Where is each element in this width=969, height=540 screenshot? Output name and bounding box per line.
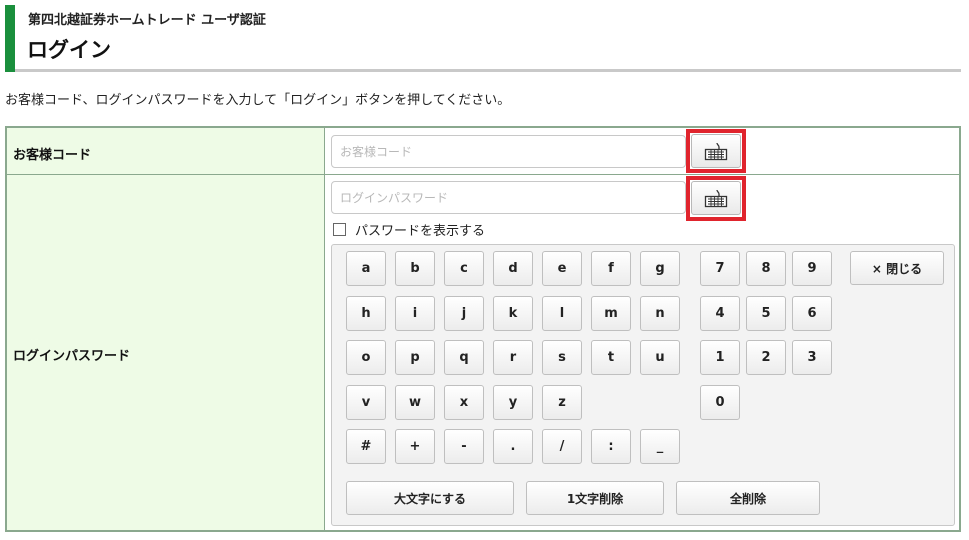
password-input[interactable]: [331, 181, 686, 214]
key-char[interactable]: o: [346, 340, 386, 375]
key-digit[interactable]: 3: [792, 340, 832, 375]
key-char[interactable]: z: [542, 384, 582, 420]
key-digit[interactable]: 2: [746, 340, 786, 375]
key-char[interactable]: .: [493, 429, 533, 464]
key-char[interactable]: :: [591, 429, 631, 464]
show-password-checkbox[interactable]: [333, 223, 346, 236]
key-char[interactable]: -: [444, 429, 484, 464]
header-accent-bar: [5, 5, 15, 72]
key-char[interactable]: j: [444, 295, 484, 331]
key-char[interactable]: d: [493, 251, 533, 286]
key-char[interactable]: k: [493, 295, 533, 331]
key-char[interactable]: m: [591, 295, 631, 331]
keypad-close-button[interactable]: × 閉じる: [850, 251, 944, 285]
key-digit[interactable]: 6: [792, 295, 832, 331]
customer-code-keyboard-button[interactable]: [691, 134, 741, 168]
key-digit[interactable]: 4: [700, 295, 740, 331]
password-label: ログインパスワード: [13, 349, 131, 364]
key-char[interactable]: f: [591, 251, 631, 286]
password-row: ログインパスワード パスワードを表示する × 閉じる 大文字にする 1文字削除 …: [7, 175, 959, 530]
keyboard-icon: [704, 189, 728, 208]
customer-code-row: お客様コード: [7, 128, 959, 175]
key-char[interactable]: s: [542, 340, 582, 375]
keyboard-icon: [704, 142, 728, 161]
show-password-label: パスワードを表示する: [355, 224, 486, 239]
key-char[interactable]: g: [640, 251, 680, 286]
customer-code-input[interactable]: [331, 135, 686, 168]
key-char[interactable]: q: [444, 340, 484, 375]
key-char[interactable]: u: [640, 340, 680, 375]
password-keyboard-button[interactable]: [691, 181, 741, 215]
key-char[interactable]: #: [346, 429, 386, 464]
key-char[interactable]: x: [444, 384, 484, 420]
software-keypad: × 閉じる 大文字にする 1文字削除 全削除 abcdefg hijklmn opq…: [331, 244, 955, 526]
key-char[interactable]: t: [591, 340, 631, 375]
key-char[interactable]: b: [395, 251, 435, 286]
key-char[interactable]: +: [395, 429, 435, 464]
customer-code-label: お客様コード: [13, 148, 92, 163]
key-char[interactable]: e: [542, 251, 582, 286]
key-char[interactable]: v: [346, 384, 386, 420]
show-password-toggle[interactable]: パスワードを表示する: [333, 220, 485, 239]
key-char[interactable]: a: [346, 251, 386, 286]
header-subtitle: 第四北越証券ホームトレード ユーザ認証: [28, 13, 266, 28]
login-form: お客様コード ログインパスワード パスワードを表示する: [5, 126, 961, 532]
key-char[interactable]: w: [395, 384, 435, 420]
key-char[interactable]: y: [493, 384, 533, 420]
key-char[interactable]: r: [493, 340, 533, 375]
key-char[interactable]: _: [640, 429, 680, 464]
delete-all-button[interactable]: 全削除: [676, 481, 820, 515]
key-char[interactable]: /: [542, 429, 582, 464]
key-char[interactable]: p: [395, 340, 435, 375]
key-digit[interactable]: 8: [746, 251, 786, 286]
key-char[interactable]: n: [640, 295, 680, 331]
customer-code-label-cell: お客様コード: [7, 128, 325, 174]
key-digit[interactable]: 1: [700, 340, 740, 375]
key-digit[interactable]: 7: [700, 251, 740, 286]
key-digit[interactable]: 5: [746, 295, 786, 331]
page-header: 第四北越証券ホームトレード ユーザ認証 ログイン: [5, 5, 961, 72]
delete-one-char-button[interactable]: 1文字削除: [526, 481, 664, 515]
key-char[interactable]: l: [542, 295, 582, 331]
uppercase-button[interactable]: 大文字にする: [346, 481, 514, 515]
key-char[interactable]: c: [444, 251, 484, 286]
key-digit[interactable]: 0: [700, 384, 740, 420]
page-title: ログイン: [27, 38, 111, 62]
key-digit[interactable]: 9: [792, 251, 832, 286]
key-char[interactable]: i: [395, 295, 435, 331]
instruction-text: お客様コード、ログインパスワードを入力して「ログイン」ボタンを押してください。: [5, 93, 511, 108]
key-char[interactable]: h: [346, 295, 386, 331]
password-label-cell: ログインパスワード: [7, 175, 325, 530]
